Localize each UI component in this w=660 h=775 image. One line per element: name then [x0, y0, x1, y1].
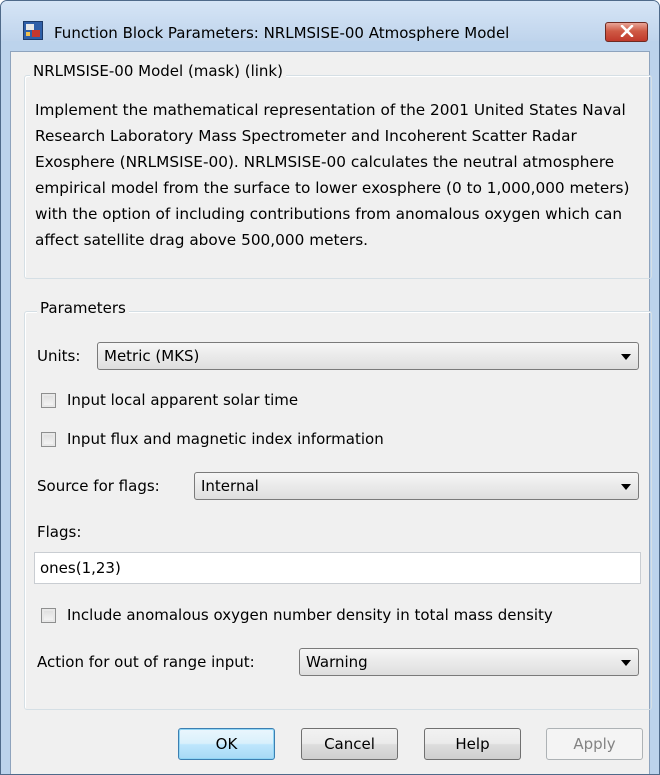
mask-description: Implement the mathematical representatio… [35, 101, 630, 249]
local-solar-time-label[interactable]: Input local apparent solar time [67, 391, 298, 409]
close-x-icon [620, 23, 634, 41]
close-button[interactable] [605, 22, 648, 42]
units-dropdown[interactable]: Metric (MKS) [97, 342, 639, 370]
flux-magnetic-label[interactable]: Input flux and magnetic index informatio… [67, 430, 384, 448]
dialog-window: Function Block Parameters: NRLMSISE-00 A… [0, 0, 660, 775]
cancel-button[interactable]: Cancel [301, 728, 398, 760]
flux-magnetic-checkbox[interactable] [41, 432, 56, 447]
flags-input[interactable] [35, 553, 640, 583]
anomalous-oxygen-checkbox[interactable] [41, 608, 56, 623]
chevron-down-icon [621, 660, 631, 666]
units-value: Metric (MKS) [104, 347, 200, 365]
chevron-down-icon [621, 484, 631, 490]
anomalous-oxygen-label[interactable]: Include anomalous oxygen number density … [67, 606, 553, 624]
title-bar[interactable]: Function Block Parameters: NRLMSISE-00 A… [1, 1, 659, 42]
out-of-range-value: Warning [306, 653, 368, 671]
source-flags-value: Internal [201, 477, 259, 495]
chevron-down-icon [621, 354, 631, 360]
window-title: Function Block Parameters: NRLMSISE-00 A… [54, 24, 510, 42]
flags-field[interactable] [34, 552, 641, 584]
help-button[interactable]: Help [424, 728, 521, 760]
flags-label: Flags: [37, 523, 82, 541]
source-flags-dropdown[interactable]: Internal [194, 472, 639, 500]
apply-button: Apply [546, 728, 643, 760]
parameters-header: Parameters [37, 299, 129, 317]
source-flags-label: Source for flags: [37, 477, 160, 495]
out-of-range-dropdown[interactable]: Warning [299, 648, 639, 676]
simulink-block-icon [23, 21, 43, 40]
out-of-range-label: Action for out of range input: [37, 653, 255, 671]
mask-header: NRLMSISE-00 Model (mask) (link) [30, 62, 286, 80]
units-label: Units: [37, 347, 81, 365]
local-solar-time-checkbox[interactable] [41, 393, 56, 408]
ok-button[interactable]: OK [178, 728, 275, 760]
